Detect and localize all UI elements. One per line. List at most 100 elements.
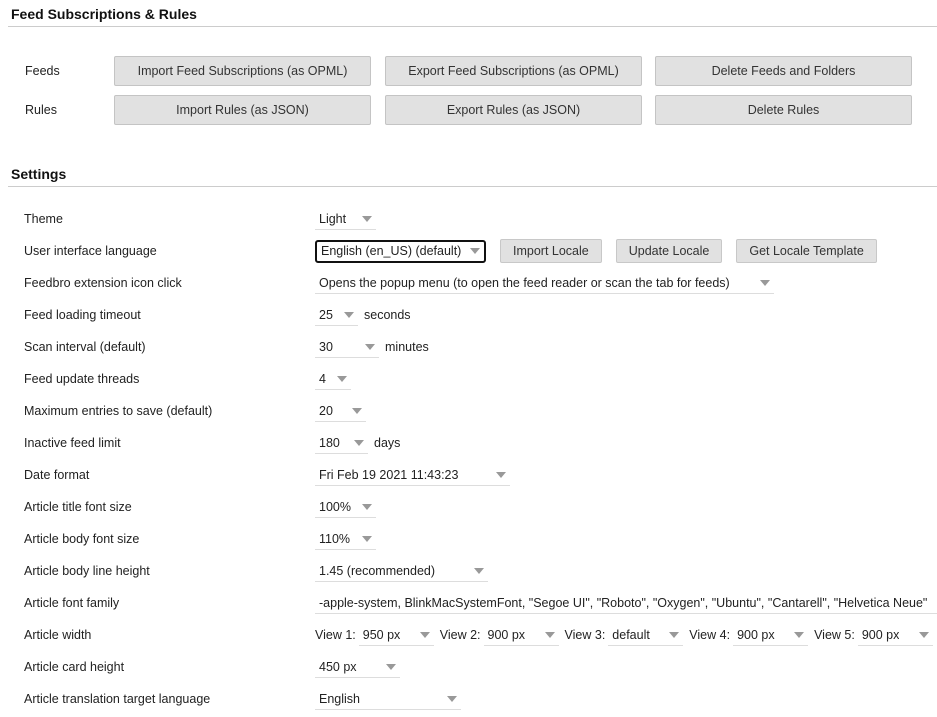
chevron-down-icon xyxy=(470,248,480,254)
theme-row: Theme Light xyxy=(0,207,937,231)
chevron-down-icon xyxy=(362,503,372,510)
select-value: 100% xyxy=(319,499,351,514)
timeout-label: Feed loading timeout xyxy=(24,308,141,322)
select-value: default xyxy=(612,627,650,642)
select-value: Opens the popup menu (to open the feed r… xyxy=(319,275,730,290)
select-value: 900 px xyxy=(487,627,526,642)
chevron-down-icon xyxy=(365,343,375,350)
date-format-select[interactable]: Fri Feb 19 2021 11:43:23 xyxy=(315,464,510,486)
chevron-down-icon xyxy=(760,279,770,286)
date-format-label: Date format xyxy=(24,468,90,482)
select-value: 25 xyxy=(319,307,333,322)
export-rules-button[interactable]: Export Rules (as JSON) xyxy=(385,95,642,125)
translation-select[interactable]: English xyxy=(315,688,461,710)
threads-row: Feed update threads 4 xyxy=(0,367,937,391)
font-family-row: Article font family -apple-system, Blink… xyxy=(0,591,937,615)
timeout-row: Feed loading timeout 25 seconds xyxy=(0,303,937,327)
select-value: 30 xyxy=(319,339,333,354)
select-value: English (en_US) (default) xyxy=(321,244,462,258)
select-value: 900 px xyxy=(861,627,900,642)
subscriptions-heading: Feed Subscriptions & Rules xyxy=(11,6,197,22)
theme-label: Theme xyxy=(24,212,63,226)
timeout-select[interactable]: 25 xyxy=(315,304,358,326)
delete-feeds-button[interactable]: Delete Feeds and Folders xyxy=(655,56,912,86)
import-locale-button[interactable]: Import Locale xyxy=(500,239,602,263)
feeds-label: Feeds xyxy=(25,64,60,78)
chevron-down-icon xyxy=(544,631,555,638)
line-height-row: Article body line height 1.45 (recommend… xyxy=(0,559,937,583)
language-select[interactable]: English (en_US) (default) xyxy=(315,239,486,263)
chevron-down-icon xyxy=(794,631,805,638)
chevron-down-icon xyxy=(344,311,354,318)
chevron-down-icon xyxy=(419,631,430,638)
view-5-width-select[interactable]: 900 px xyxy=(857,624,933,646)
view-label: View 4: xyxy=(689,628,731,642)
update-locale-button[interactable]: Update Locale xyxy=(615,239,723,263)
export-opml-button[interactable]: Export Feed Subscriptions (as OPML) xyxy=(385,56,642,86)
icon-click-label: Feedbro extension icon click xyxy=(24,276,182,290)
divider xyxy=(8,186,937,187)
view-1-width-select[interactable]: 950 px xyxy=(358,624,434,646)
view-label: View 2: xyxy=(439,628,481,642)
icon-click-row: Feedbro extension icon click Opens the p… xyxy=(0,271,937,295)
title-size-row: Article title font size 100% xyxy=(0,495,937,519)
translation-row: Article translation target language Engl… xyxy=(0,687,937,711)
card-height-row: Article card height 450 px xyxy=(0,655,937,679)
select-value: 1.45 (recommended) xyxy=(319,563,436,578)
settings-heading: Settings xyxy=(11,166,67,182)
language-row: User interface language English (en_US) … xyxy=(0,239,937,263)
input-value: -apple-system, BlinkMacSystemFont, "Sego… xyxy=(319,595,928,610)
inactive-row: Inactive feed limit 180 days xyxy=(0,431,937,455)
body-size-row: Article body font size 110% xyxy=(0,527,937,551)
scan-label: Scan interval (default) xyxy=(24,340,146,354)
date-format-row: Date format Fri Feb 19 2021 11:43:23 xyxy=(0,463,937,487)
width-row: Article width View 1: 950 px View 2: 900 p… xyxy=(0,623,937,647)
select-value: 950 px xyxy=(362,627,401,642)
select-value: 20 xyxy=(319,403,333,418)
max-entries-row: Maximum entries to save (default) 20 xyxy=(0,399,937,423)
inactive-label: Inactive feed limit xyxy=(24,436,121,450)
chevron-down-icon xyxy=(354,439,364,446)
threads-select[interactable]: 4 xyxy=(315,368,351,390)
body-size-select[interactable]: 110% xyxy=(315,528,376,550)
chevron-down-icon xyxy=(337,375,347,382)
unit-label: seconds xyxy=(364,308,411,322)
title-size-label: Article title font size xyxy=(24,500,132,514)
chevron-down-icon xyxy=(669,631,680,638)
unit-label: minutes xyxy=(385,340,429,354)
view-label: View 5: xyxy=(814,628,855,642)
chevron-down-icon xyxy=(362,215,372,222)
theme-select[interactable]: Light xyxy=(315,208,376,230)
title-size-select[interactable]: 100% xyxy=(315,496,376,518)
card-height-select[interactable]: 450 px xyxy=(315,656,400,678)
get-locale-template-button[interactable]: Get Locale Template xyxy=(736,239,877,263)
chevron-down-icon xyxy=(447,695,457,702)
select-value: 4 xyxy=(319,371,326,386)
font-family-input[interactable]: -apple-system, BlinkMacSystemFont, "Sego… xyxy=(315,592,937,614)
line-height-label: Article body line height xyxy=(24,564,150,578)
view-4-width-select[interactable]: 900 px xyxy=(733,624,809,646)
chevron-down-icon xyxy=(352,407,362,414)
card-height-label: Article card height xyxy=(24,660,125,674)
view-3-width-select[interactable]: default xyxy=(608,624,684,646)
delete-rules-button[interactable]: Delete Rules xyxy=(655,95,912,125)
max-entries-select[interactable]: 20 xyxy=(315,400,366,422)
inactive-select[interactable]: 180 xyxy=(315,432,368,454)
unit-label: days xyxy=(374,436,401,450)
select-value: 180 xyxy=(319,435,340,450)
view-2-width-select[interactable]: 900 px xyxy=(483,624,559,646)
chevron-down-icon xyxy=(496,471,506,478)
chevron-down-icon xyxy=(918,631,929,638)
scan-select[interactable]: 30 xyxy=(315,336,379,358)
width-label: Article width xyxy=(24,628,92,642)
threads-label: Feed update threads xyxy=(24,372,140,386)
font-family-label: Article font family xyxy=(24,596,120,610)
icon-click-select[interactable]: Opens the popup menu (to open the feed r… xyxy=(315,272,774,294)
select-value: Light xyxy=(319,211,347,226)
scan-row: Scan interval (default) 30 minutes xyxy=(0,335,937,359)
import-opml-button[interactable]: Import Feed Subscriptions (as OPML) xyxy=(114,56,371,86)
chevron-down-icon xyxy=(474,567,484,574)
import-rules-button[interactable]: Import Rules (as JSON) xyxy=(114,95,371,125)
line-height-select[interactable]: 1.45 (recommended) xyxy=(315,560,488,582)
select-value: 110% xyxy=(319,531,351,546)
